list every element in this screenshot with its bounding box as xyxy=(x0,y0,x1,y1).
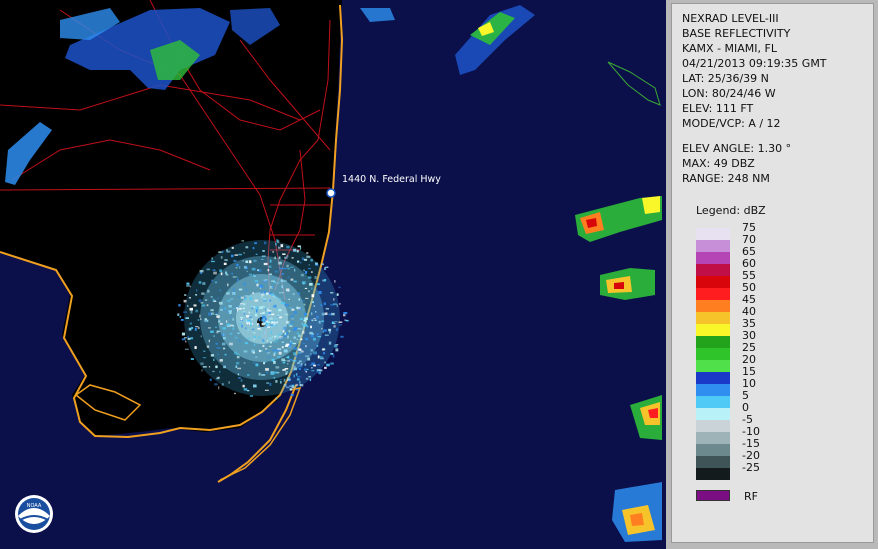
legend-swatch xyxy=(696,228,730,240)
location-marker[interactable] xyxy=(326,188,336,198)
bahamas-outline xyxy=(607,61,661,106)
legend-swatch xyxy=(696,324,730,336)
product-name: NEXRAD LEVEL-III xyxy=(682,12,779,25)
info-panel-frame: NEXRAD LEVEL-III BASE REFLECTIVITY KAMX … xyxy=(666,0,878,549)
legend-swatch xyxy=(696,408,730,420)
rf-swatch xyxy=(696,490,730,501)
legend-swatch xyxy=(696,312,730,324)
scan-datetime: 04/21/2013 09:19:35 GMT xyxy=(682,57,827,70)
legend-swatch xyxy=(696,372,730,384)
legend-swatch xyxy=(696,360,730,372)
station-name: KAMX - MIAMI, FL xyxy=(682,42,777,55)
legend-swatch xyxy=(696,288,730,300)
legend-colorbar xyxy=(696,228,730,480)
legend-swatch xyxy=(696,264,730,276)
map-canvas: NOAA xyxy=(0,0,662,542)
legend-title: Legend: dBZ xyxy=(696,204,766,217)
elev-angle: ELEV ANGLE: 1.30 ° xyxy=(682,142,792,155)
info-panel: NEXRAD LEVEL-III BASE REFLECTIVITY KAMX … xyxy=(671,3,874,543)
station-lon: LON: 80/24/46 W xyxy=(682,87,776,100)
radar-map[interactable]: NOAA 1440 N. Federal Hwy xyxy=(0,0,666,549)
legend-label: -25 xyxy=(742,461,760,474)
legend-swatch xyxy=(696,300,730,312)
legend-swatch xyxy=(696,396,730,408)
legend-swatch xyxy=(696,276,730,288)
radar-viewer: NOAA 1440 N. Federal Hwy NEXRAD LEVEL-II… xyxy=(0,0,878,549)
legend-swatch xyxy=(696,444,730,456)
rf-label: RF xyxy=(744,490,758,503)
mode-vcp: MODE/VCP: A / 12 xyxy=(682,117,781,130)
svg-text:NOAA: NOAA xyxy=(27,503,42,509)
product-type: BASE REFLECTIVITY xyxy=(682,27,791,40)
marker-label: 1440 N. Federal Hwy xyxy=(342,174,441,185)
legend-swatch xyxy=(696,240,730,252)
legend-swatch xyxy=(696,456,730,468)
max-dbz: MAX: 49 DBZ xyxy=(682,157,755,170)
legend-swatch xyxy=(696,432,730,444)
legend-swatch xyxy=(696,420,730,432)
legend-swatch xyxy=(696,384,730,396)
radar-range: RANGE: 248 NM xyxy=(682,172,770,185)
legend-swatch xyxy=(696,348,730,360)
station-elev: ELEV: 111 FT xyxy=(682,102,754,115)
station-lat: LAT: 25/36/39 N xyxy=(682,72,769,85)
legend-swatch xyxy=(696,468,730,480)
legend-swatch xyxy=(696,252,730,264)
noaa-logo: NOAA xyxy=(15,495,53,533)
legend-swatch xyxy=(696,336,730,348)
